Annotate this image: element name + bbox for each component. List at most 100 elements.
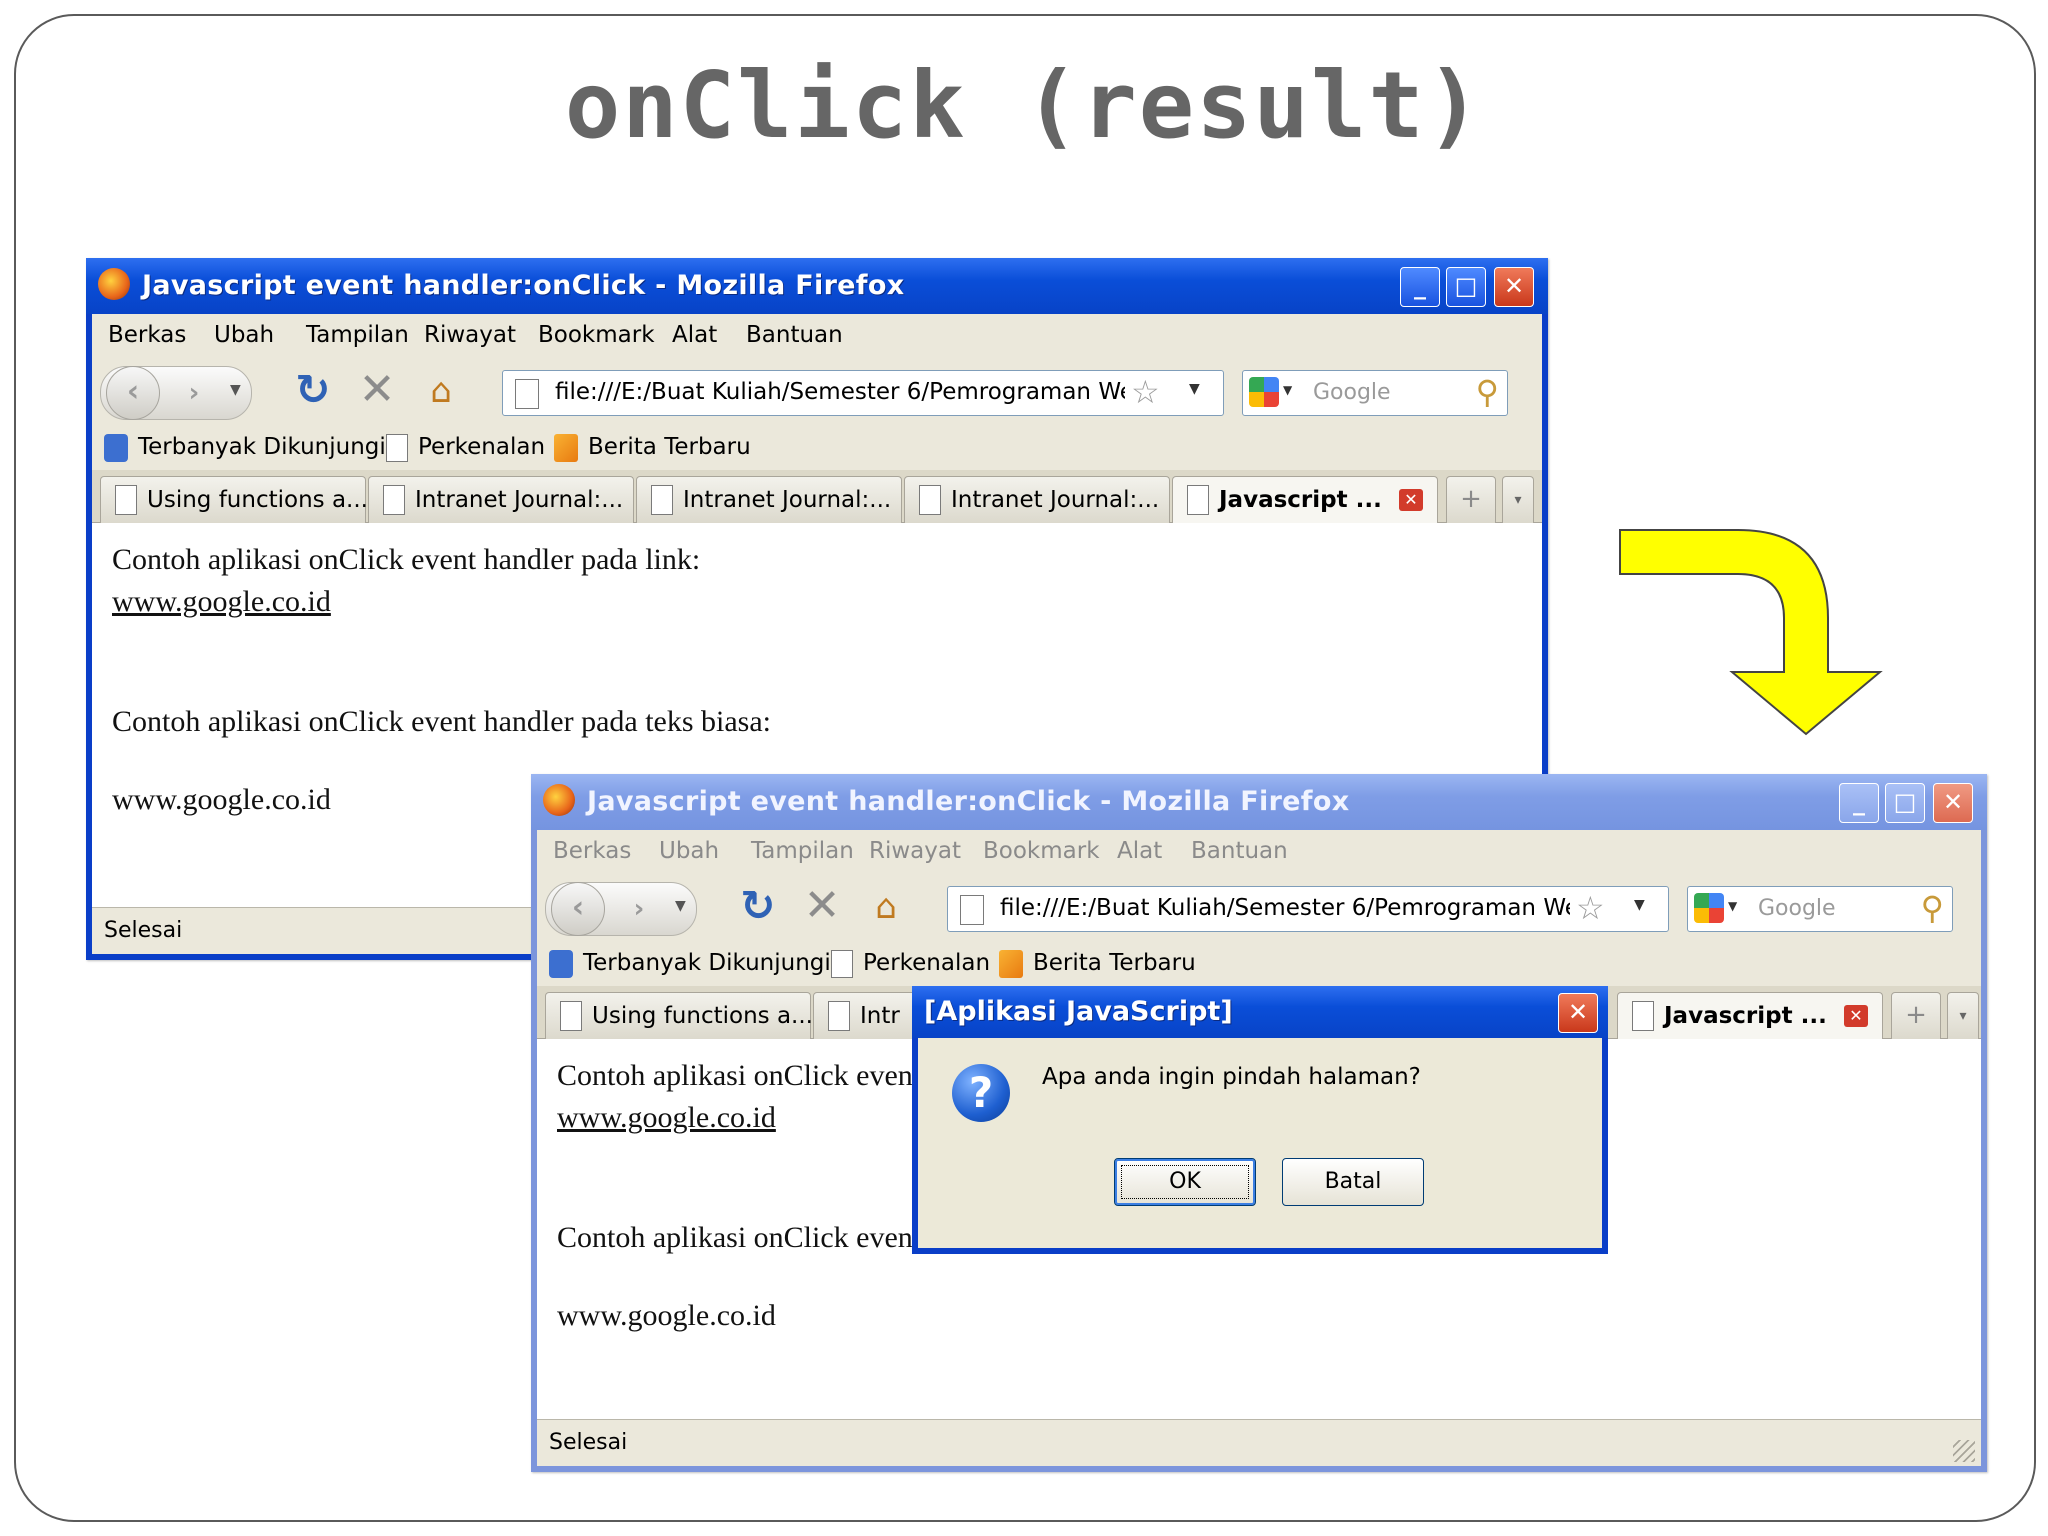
tab-close-icon[interactable]: ✕	[1844, 1005, 1868, 1027]
bookmarks-toolbar: Terbanyak Dikunjungi Perkenalan Berita T…	[537, 942, 1981, 987]
window-title: Javascript event handler:onClick - Mozil…	[587, 786, 1350, 817]
page-icon	[831, 950, 853, 978]
back-button[interactable]: ‹	[551, 882, 605, 936]
maximize-button[interactable]: □	[1446, 267, 1486, 307]
engine-dropdown-icon[interactable]: ▼	[1283, 383, 1292, 397]
menu-tampilan[interactable]: Tampilan	[306, 322, 409, 348]
address-text[interactable]: file:///E:/Buat Kuliah/Semester 6/Pemrog…	[1000, 895, 1570, 921]
page-icon	[1187, 485, 1209, 515]
tab-1[interactable]: Using functions a...	[545, 992, 813, 1039]
reload-icon[interactable]: ↻	[733, 882, 783, 932]
menu-bookmark[interactable]: Bookmark	[538, 322, 655, 348]
forward-button[interactable]: ›	[174, 376, 214, 410]
navigation-toolbar: ‹ › ▼ ↻ ✕ ⌂ file:///E:/Buat Kuliah/Semes…	[537, 870, 1981, 942]
dialog-close-button[interactable]: ✕	[1558, 993, 1598, 1033]
menu-ubah[interactable]: Ubah	[214, 322, 274, 348]
back-button[interactable]: ‹	[106, 366, 160, 420]
menu-ubah[interactable]: Ubah	[659, 838, 719, 864]
tab-label: Intranet Journal:...	[683, 487, 892, 513]
bookmark-most-visited[interactable]: Terbanyak Dikunjungi	[138, 434, 386, 460]
rss-feed-icon	[554, 434, 578, 462]
tab-1[interactable]: Using functions a...	[100, 476, 368, 523]
forward-button[interactable]: ›	[619, 892, 659, 926]
tab-close-icon[interactable]: ✕	[1399, 489, 1423, 511]
menu-bookmark[interactable]: Bookmark	[983, 838, 1100, 864]
search-bar[interactable]: ▼ Google ⚲	[1242, 370, 1508, 416]
engine-dropdown-icon[interactable]: ▼	[1728, 899, 1737, 913]
content-line-link-intro: Contoh aplikasi onClick event handler pa…	[112, 543, 701, 576]
status-bar: Selesai	[537, 1419, 1981, 1466]
most-visited-icon	[104, 434, 128, 462]
menu-bantuan[interactable]: Bantuan	[1191, 838, 1288, 864]
minimize-button[interactable]: _	[1839, 783, 1879, 823]
menu-alat[interactable]: Alat	[1117, 838, 1162, 864]
bookmark-perkenalan[interactable]: Perkenalan	[418, 434, 545, 460]
search-bar[interactable]: ▼ Google ⚲	[1687, 886, 1953, 932]
bookmark-most-visited[interactable]: Terbanyak Dikunjungi	[583, 950, 831, 976]
search-magnifier-icon[interactable]: ⚲	[1921, 889, 1944, 927]
home-icon[interactable]: ⌂	[863, 884, 909, 930]
curved-down-arrow-icon	[1619, 529, 1883, 736]
tab-2[interactable]: Intranet Journal:...	[368, 476, 634, 523]
reload-icon[interactable]: ↻	[288, 366, 338, 416]
address-text[interactable]: file:///E:/Buat Kuliah/Semester 6/Pemrog…	[555, 379, 1125, 405]
close-button[interactable]: ✕	[1494, 267, 1534, 307]
google-link[interactable]: www.google.co.id	[557, 1101, 776, 1134]
bookmark-star-icon[interactable]: ☆	[1131, 373, 1160, 411]
dialog-title-bar[interactable]: [Aplikasi JavaScript] ✕	[912, 986, 1608, 1038]
tab-4[interactable]: Intranet Journal:...	[904, 476, 1170, 523]
google-link[interactable]: www.google.co.id	[112, 585, 331, 618]
menu-tampilan[interactable]: Tampilan	[751, 838, 854, 864]
page-icon	[386, 434, 408, 462]
menu-berkas[interactable]: Berkas	[553, 838, 631, 864]
bookmark-star-icon[interactable]: ☆	[1576, 889, 1605, 927]
ok-button[interactable]: OK	[1114, 1158, 1256, 1206]
address-bar[interactable]: file:///E:/Buat Kuliah/Semester 6/Pemrog…	[947, 886, 1669, 932]
tab-active[interactable]: Javascript ... ✕	[1617, 992, 1883, 1040]
bookmark-berita-terbaru[interactable]: Berita Terbaru	[588, 434, 751, 460]
stop-icon[interactable]: ✕	[352, 366, 402, 416]
menu-alat[interactable]: Alat	[672, 322, 717, 348]
maximize-button[interactable]: □	[1885, 783, 1925, 823]
clickable-text[interactable]: www.google.co.id	[112, 783, 331, 817]
address-bar[interactable]: file:///E:/Buat Kuliah/Semester 6/Pemrog…	[502, 370, 1224, 416]
tab-3[interactable]: Intranet Journal:...	[636, 476, 902, 523]
navigation-toolbar: ‹ › ▼ ↻ ✕ ⌂ file:///E:/Buat Kuliah/Semes…	[92, 354, 1542, 426]
menu-bantuan[interactable]: Bantuan	[746, 322, 843, 348]
new-tab-button[interactable]: +	[1446, 476, 1496, 523]
dialog-body: ? Apa anda ingin pindah halaman? OK Bata…	[918, 1038, 1602, 1248]
cancel-button[interactable]: Batal	[1282, 1158, 1424, 1206]
resize-grip-icon[interactable]	[1953, 1440, 1975, 1462]
title-bar[interactable]: Javascript event handler:onClick - Mozil…	[531, 774, 1987, 830]
close-button[interactable]: ✕	[1933, 783, 1973, 823]
stop-icon[interactable]: ✕	[797, 882, 847, 932]
page-icon	[560, 1001, 582, 1031]
title-bar[interactable]: Javascript event handler:onClick - Mozil…	[86, 258, 1548, 314]
tab-label: Javascript ...	[1664, 1003, 1827, 1029]
history-dropdown-icon[interactable]: ▼	[675, 898, 686, 914]
menu-riwayat[interactable]: Riwayat	[424, 322, 516, 348]
tab-list-button[interactable]: ▾	[1947, 992, 1979, 1039]
google-engine-icon[interactable]	[1249, 377, 1279, 407]
page-icon	[115, 485, 137, 515]
search-placeholder[interactable]: Google	[1758, 896, 1836, 921]
clickable-text[interactable]: www.google.co.id	[557, 1299, 776, 1333]
google-engine-icon[interactable]	[1694, 893, 1724, 923]
tab-label: Intranet Journal:...	[951, 487, 1160, 513]
home-icon[interactable]: ⌂	[418, 368, 464, 414]
address-dropdown-icon[interactable]: ▼	[1634, 897, 1645, 913]
new-tab-button[interactable]: +	[1891, 992, 1941, 1039]
minimize-button[interactable]: _	[1400, 267, 1440, 307]
tab-label: Using functions a...	[592, 1003, 813, 1029]
tab-list-button[interactable]: ▾	[1502, 476, 1534, 523]
search-placeholder[interactable]: Google	[1313, 380, 1391, 405]
tab-active[interactable]: Javascript ... ✕	[1172, 476, 1438, 524]
menu-berkas[interactable]: Berkas	[108, 322, 186, 348]
history-dropdown-icon[interactable]: ▼	[230, 382, 241, 398]
bookmark-berita-terbaru[interactable]: Berita Terbaru	[1033, 950, 1196, 976]
search-magnifier-icon[interactable]: ⚲	[1476, 373, 1499, 411]
menu-riwayat[interactable]: Riwayat	[869, 838, 961, 864]
address-dropdown-icon[interactable]: ▼	[1189, 381, 1200, 397]
bookmark-perkenalan[interactable]: Perkenalan	[863, 950, 990, 976]
tab-label: Using functions a...	[147, 487, 368, 513]
